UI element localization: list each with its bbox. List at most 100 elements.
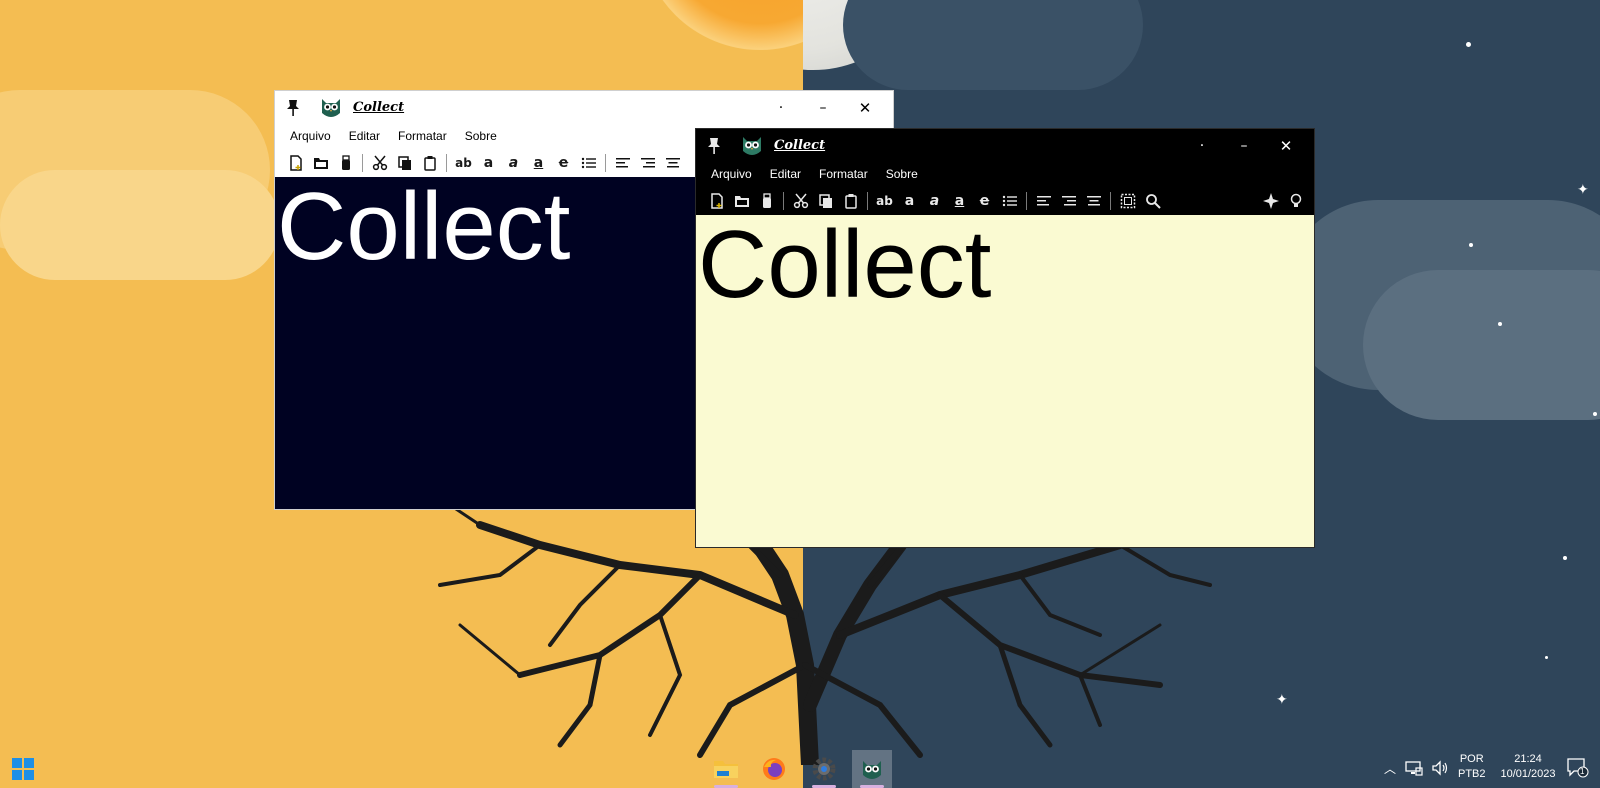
sparkle-star-graphic: ✦ — [1276, 692, 1288, 708]
font-icon[interactable]: ab — [451, 152, 476, 174]
copy-icon[interactable] — [392, 152, 417, 174]
file-explorer-icon[interactable] — [706, 750, 746, 788]
cut-icon[interactable] — [788, 190, 813, 212]
star-graphic — [1469, 243, 1473, 247]
align-left-icon[interactable] — [1031, 190, 1056, 212]
window-extra-button[interactable]: · — [761, 91, 801, 124]
title-bar[interactable]: Collect · – ✕ — [275, 91, 893, 124]
cloud-graphic — [1363, 270, 1600, 420]
menu-bar: Arquivo Editar Formatar Sobre — [696, 162, 1314, 186]
bullet-list-icon[interactable] — [576, 152, 601, 174]
minimize-icon: – — [1240, 137, 1248, 154]
minimize-button[interactable]: – — [1224, 129, 1264, 162]
bold-icon[interactable]: a — [897, 190, 922, 212]
cut-icon[interactable] — [367, 152, 392, 174]
pin-icon[interactable] — [706, 137, 722, 155]
star-graphic — [1466, 42, 1471, 47]
clock-time: 21:24 — [1514, 753, 1542, 765]
close-button[interactable]: ✕ — [1266, 129, 1306, 162]
menu-formatar[interactable]: Formatar — [398, 129, 447, 143]
network-icon[interactable] — [1405, 748, 1423, 788]
show-hidden-icons-chevron-icon[interactable]: ︿ — [1384, 748, 1396, 788]
open-folder-icon[interactable] — [308, 152, 333, 174]
align-center-icon[interactable] — [1081, 190, 1106, 212]
close-icon: ✕ — [858, 98, 872, 117]
window-extra-button[interactable]: · — [1182, 129, 1222, 162]
toolbar-separator — [1110, 191, 1111, 210]
align-left-icon[interactable] — [610, 152, 635, 174]
copy-icon[interactable] — [813, 190, 838, 212]
save-usb-icon[interactable] — [754, 190, 779, 212]
star-graphic — [1563, 556, 1567, 560]
owl-logo-icon — [743, 137, 761, 155]
lightbulb-icon[interactable] — [1283, 190, 1308, 212]
editor-text[interactable]: Collect — [698, 217, 991, 313]
sparkle-icon[interactable] — [1258, 190, 1283, 212]
dot-icon: · — [778, 99, 784, 116]
owl-logo-icon — [322, 99, 340, 117]
star-graphic — [1498, 322, 1502, 326]
underline-icon[interactable]: a — [947, 190, 972, 212]
bold-icon[interactable]: a — [476, 152, 501, 174]
menu-editar[interactable]: Editar — [349, 129, 380, 143]
close-button[interactable]: ✕ — [845, 91, 885, 124]
dot-icon: · — [1199, 137, 1205, 154]
bullet-list-icon[interactable] — [997, 190, 1022, 212]
strikethrough-icon[interactable]: e — [972, 190, 997, 212]
select-all-icon[interactable] — [1115, 190, 1140, 212]
open-folder-icon[interactable] — [729, 190, 754, 212]
input-language-indicator[interactable]: POR PTB2 — [1458, 752, 1486, 782]
italic-icon[interactable]: a — [922, 190, 947, 212]
menu-arquivo[interactable]: Arquivo — [290, 129, 331, 143]
font-icon[interactable]: ab — [872, 190, 897, 212]
toolbar-separator — [362, 153, 363, 172]
firefox-icon[interactable] — [754, 750, 794, 788]
paste-icon[interactable] — [417, 152, 442, 174]
sparkle-star-graphic: ✦ — [1577, 182, 1589, 198]
toolbar-separator — [1026, 191, 1027, 210]
clock-date: 10/01/2023 — [1500, 768, 1556, 780]
new-file-icon[interactable] — [283, 152, 308, 174]
minimize-button[interactable]: – — [803, 91, 843, 124]
toolbar-separator — [446, 153, 447, 172]
text-editor-area[interactable]: Collect — [696, 215, 1314, 547]
toolbar-separator — [783, 191, 784, 210]
underline-icon[interactable]: a — [526, 152, 551, 174]
settings-icon[interactable] — [804, 750, 844, 788]
strikethrough-icon[interactable]: e — [551, 152, 576, 174]
italic-icon[interactable]: a — [501, 152, 526, 174]
window-title: Collect — [774, 138, 826, 153]
menu-sobre[interactable]: Sobre — [886, 167, 918, 181]
system-clock[interactable]: 21:24 10/01/2023 — [1495, 752, 1561, 782]
menu-editar[interactable]: Editar — [770, 167, 801, 181]
close-icon: ✕ — [1279, 136, 1293, 155]
collect-app-icon[interactable] — [852, 750, 892, 788]
toolbar-separator — [605, 153, 606, 172]
collect-window-dark[interactable]: Collect · – ✕ Arquivo Editar Formatar So… — [695, 128, 1315, 548]
volume-icon[interactable] — [1432, 748, 1450, 788]
cloud-graphic — [0, 170, 280, 280]
search-icon[interactable] — [1140, 190, 1165, 212]
taskbar: ︿ POR PTB2 21:24 10/01/2023 1 — [0, 748, 1600, 788]
window-title: Collect — [353, 100, 405, 115]
keyboard-layout: PTB2 — [1458, 768, 1486, 780]
start-button-windows-icon[interactable] — [12, 758, 34, 780]
pin-icon[interactable] — [285, 99, 301, 117]
align-center-icon[interactable] — [660, 152, 685, 174]
align-right-icon[interactable] — [1056, 190, 1081, 212]
paste-icon[interactable] — [838, 190, 863, 212]
align-right-icon[interactable] — [635, 152, 660, 174]
menu-sobre[interactable]: Sobre — [465, 129, 497, 143]
menu-arquivo[interactable]: Arquivo — [711, 167, 752, 181]
save-usb-icon[interactable] — [333, 152, 358, 174]
new-file-icon[interactable] — [704, 190, 729, 212]
notification-center-icon[interactable]: 1 — [1567, 758, 1589, 778]
sun-graphic — [640, 0, 803, 50]
cloud-graphic — [843, 0, 1143, 90]
star-graphic — [1593, 412, 1597, 416]
star-graphic — [1545, 656, 1548, 659]
notification-count-badge: 1 — [1580, 767, 1585, 776]
editor-text[interactable]: Collect — [277, 179, 570, 275]
menu-formatar[interactable]: Formatar — [819, 167, 868, 181]
title-bar[interactable]: Collect · – ✕ — [696, 129, 1314, 162]
